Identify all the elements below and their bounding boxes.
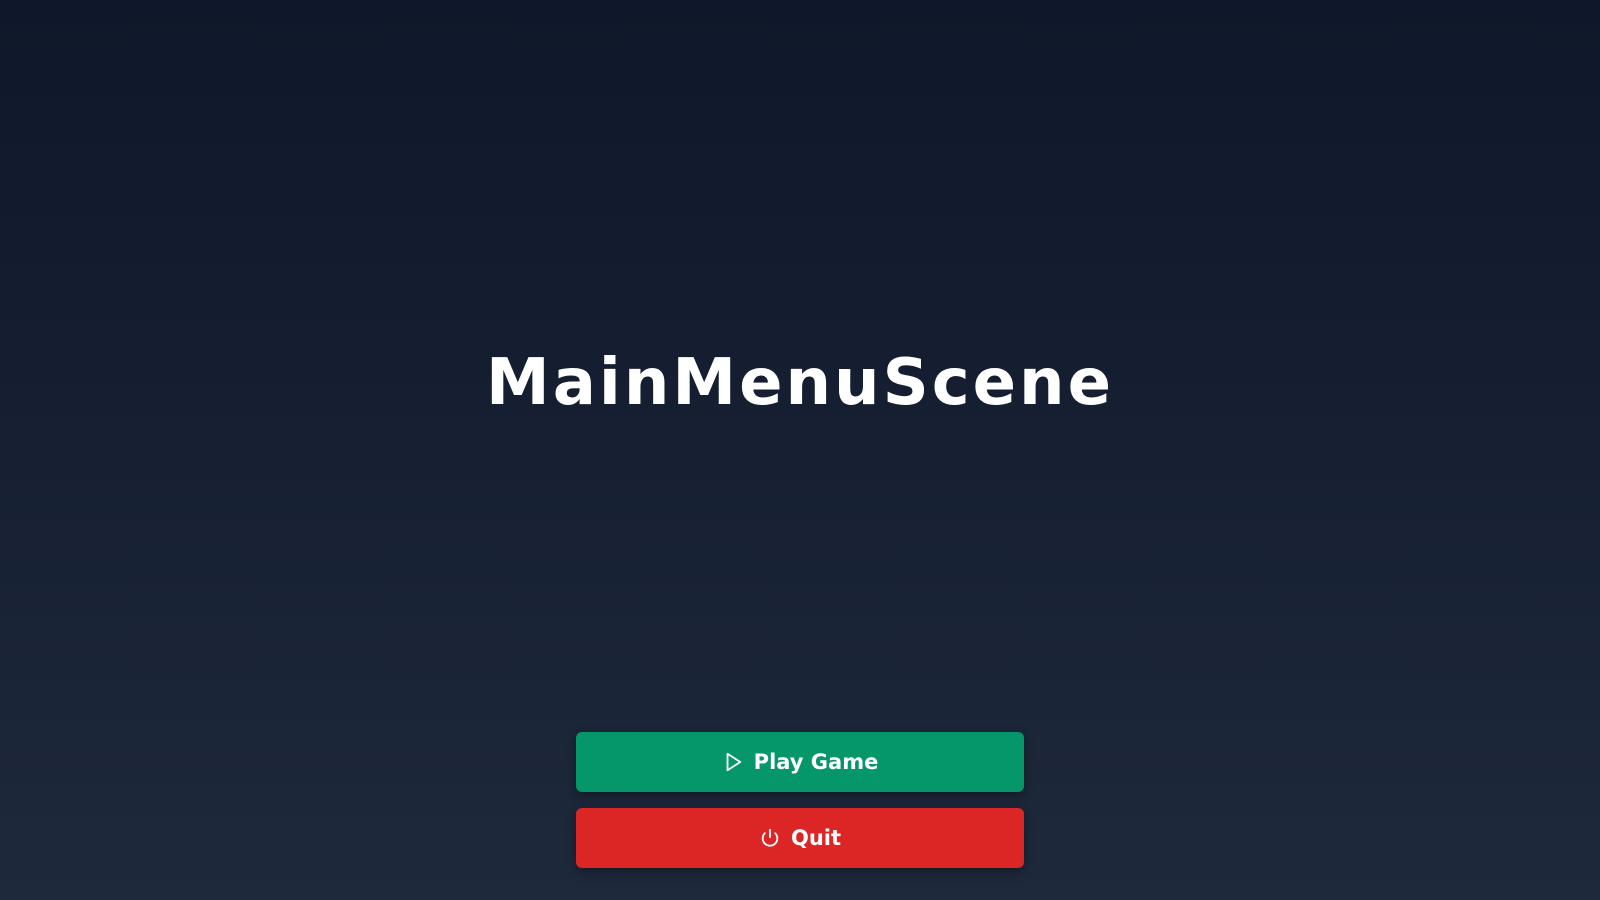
main-menu-scene: MainMenuScene Play Game Quit xyxy=(0,0,1600,900)
scene-title: MainMenuScene xyxy=(486,346,1114,420)
play-icon xyxy=(722,751,744,773)
power-icon xyxy=(759,827,781,849)
play-game-label: Play Game xyxy=(753,750,879,774)
quit-button[interactable]: Quit xyxy=(576,808,1024,868)
main-menu: Play Game Quit xyxy=(576,732,1024,868)
quit-label: Quit xyxy=(790,826,842,850)
play-game-button[interactable]: Play Game xyxy=(576,732,1024,792)
